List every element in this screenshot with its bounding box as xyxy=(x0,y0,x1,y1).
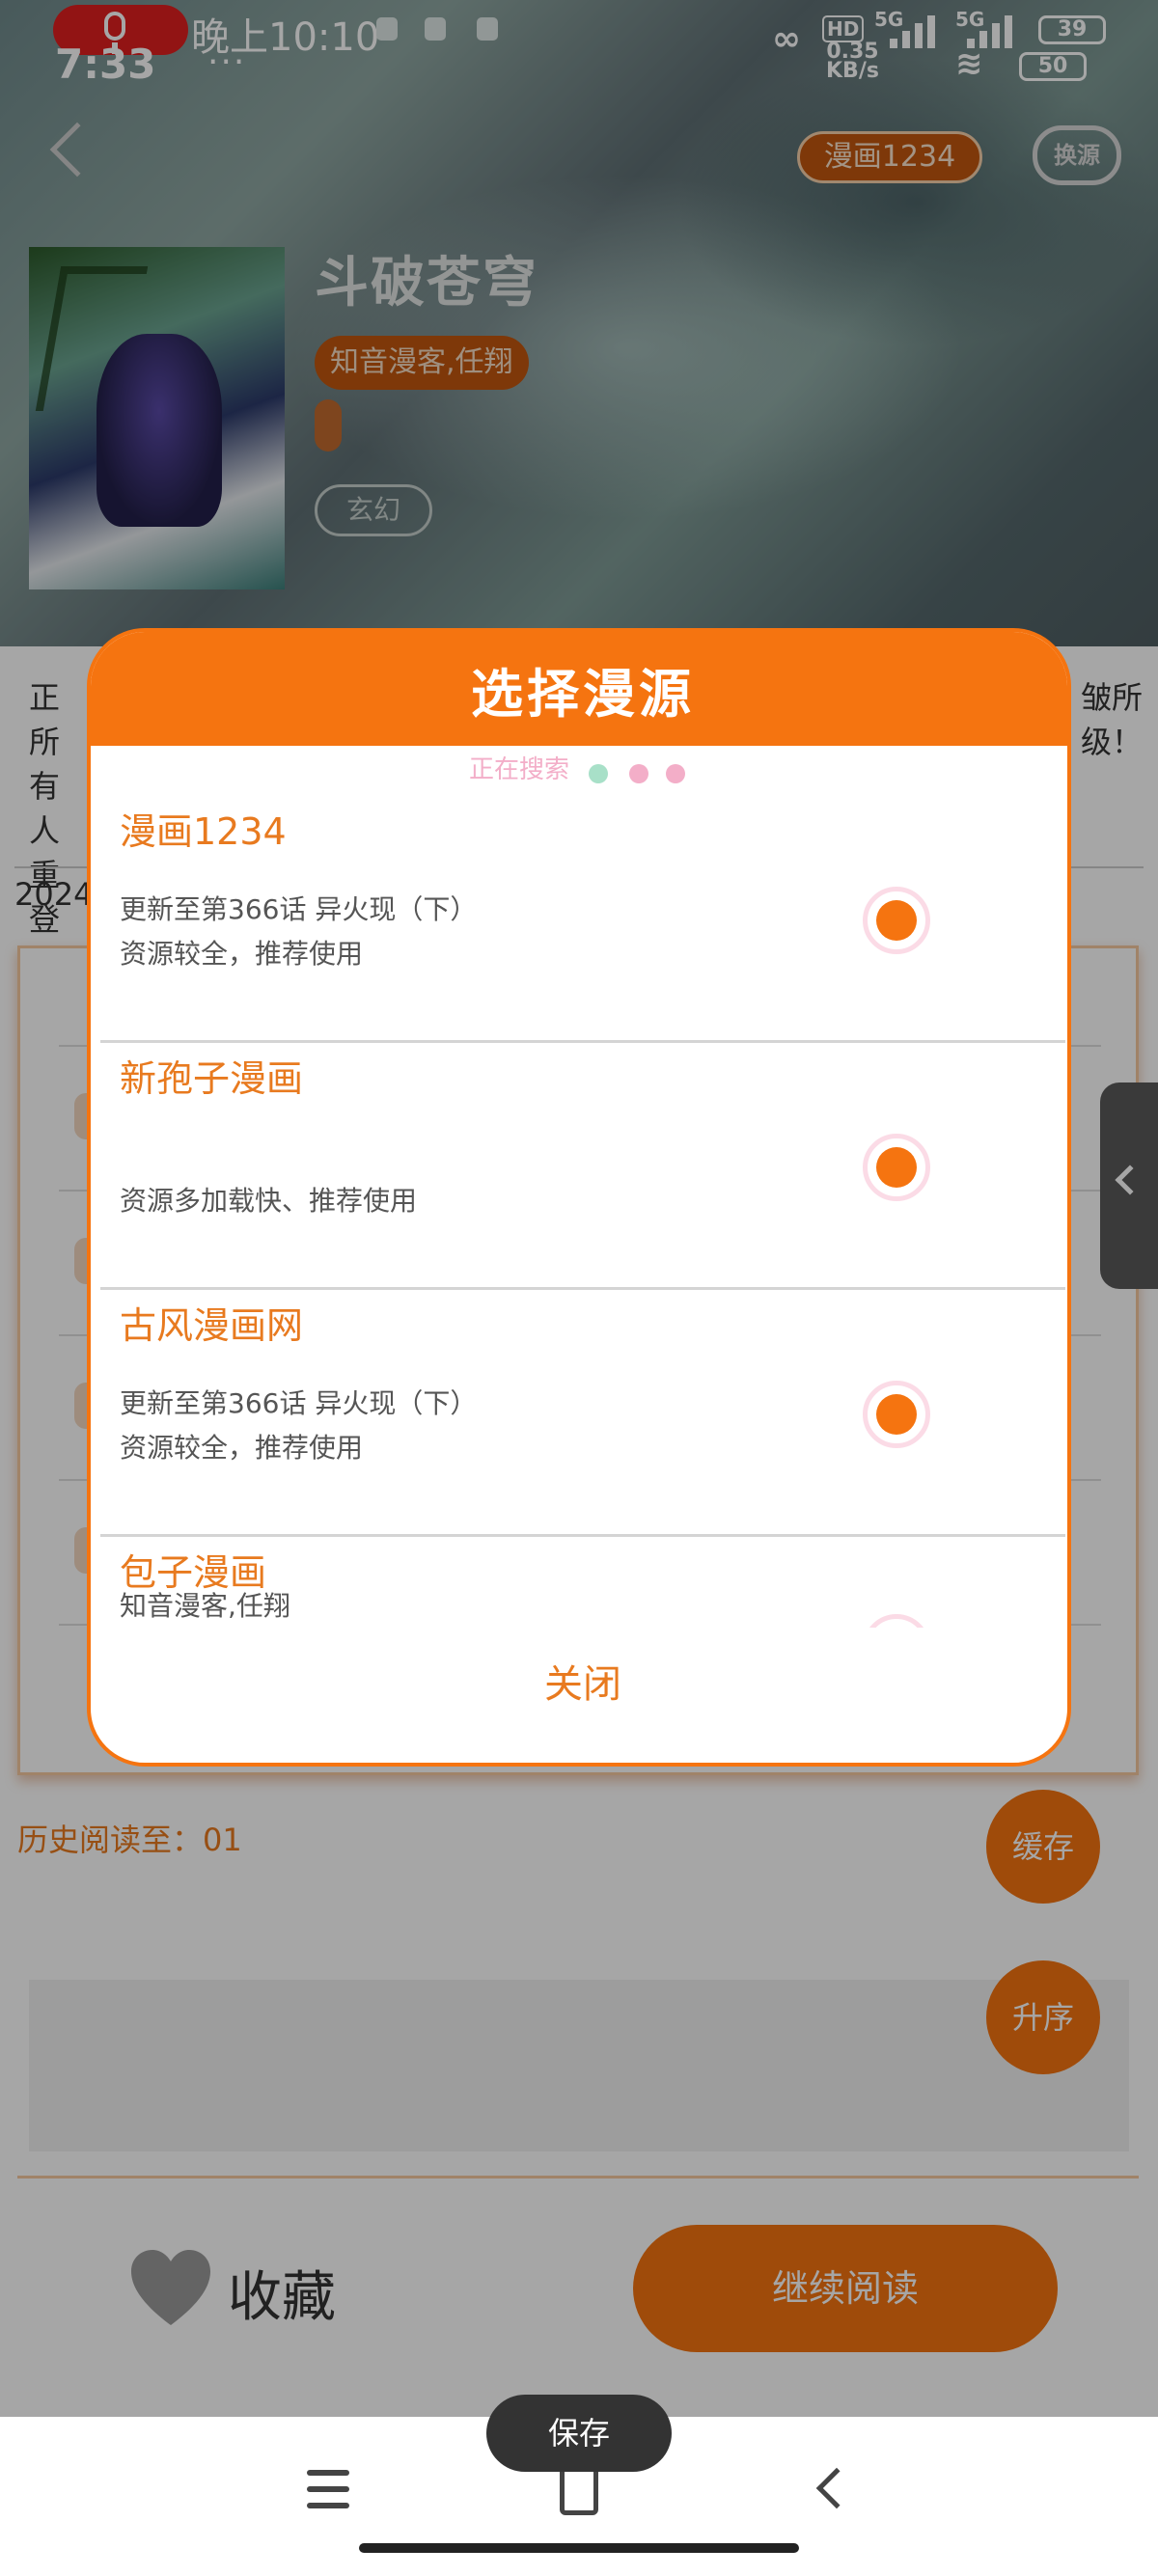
home-icon[interactable] xyxy=(560,2465,598,2515)
source-update: 更新至第366话 异火现（下） xyxy=(120,893,478,925)
source-note: 资源多加载快、推荐使用 xyxy=(120,1185,418,1217)
loading-dot xyxy=(589,764,608,783)
source-item[interactable]: 包子漫画 知音漫客,任翔 xyxy=(100,1537,1065,1628)
source-name: 新孢子漫画 xyxy=(120,1057,304,1100)
source-update: 知音漫客,任翔 xyxy=(120,1590,290,1622)
source-item[interactable]: 漫画1234 更新至第366话 异火现（下） 资源较全，推荐使用 xyxy=(100,796,1065,1043)
source-note: 资源较全，推荐使用 xyxy=(120,1432,364,1464)
source-note: 资源较全，推荐使用 xyxy=(120,938,364,970)
dialog-header: 选择漫源 xyxy=(91,632,1067,746)
source-radio[interactable] xyxy=(863,1134,930,1201)
source-radio[interactable] xyxy=(863,1381,930,1448)
source-item[interactable]: 新孢子漫画 资源多加载快、推荐使用 xyxy=(100,1043,1065,1290)
source-name: 漫画1234 xyxy=(120,810,287,853)
loading-dot xyxy=(666,764,685,783)
source-radio[interactable] xyxy=(863,1614,930,1628)
dialog-title: 选择漫源 xyxy=(471,664,695,725)
close-button[interactable]: 关闭 xyxy=(91,1653,1067,1709)
toast-message: 保存 xyxy=(486,2395,672,2472)
select-source-dialog: 选择漫源 正在搜索 漫画1234 更新至第366话 异火现（下） 资源较全，推荐… xyxy=(87,628,1071,1767)
menu-icon[interactable] xyxy=(307,2470,349,2508)
home-indicator[interactable] xyxy=(359,2543,799,2553)
source-update: 更新至第366话 异火现（下） xyxy=(120,1387,478,1419)
source-name: 古风漫画网 xyxy=(120,1304,304,1347)
source-radio[interactable] xyxy=(863,887,930,954)
source-item[interactable]: 古风漫画网 更新至第366话 异火现（下） 资源较全，推荐使用 xyxy=(100,1290,1065,1537)
source-list: 漫画1234 更新至第366话 异火现（下） 资源较全，推荐使用 新孢子漫画 资… xyxy=(100,796,1065,1628)
searching-label: 正在搜索 xyxy=(469,755,570,784)
loading-dot xyxy=(629,764,648,783)
